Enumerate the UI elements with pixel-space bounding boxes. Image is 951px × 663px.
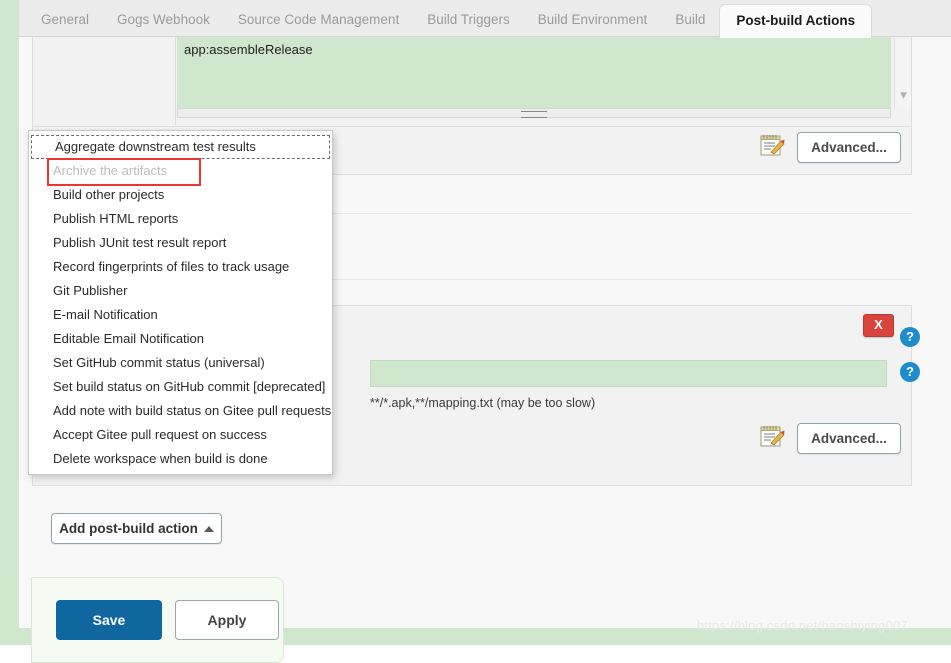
files-hint-text: **/*.apk,**/mapping.txt (may be too slow… xyxy=(370,396,596,410)
chevron-down-icon[interactable]: ▾ xyxy=(897,88,910,101)
tab-source-code-management[interactable]: Source Code Management xyxy=(224,12,413,38)
apply-button[interactable]: Apply xyxy=(175,600,279,640)
add-post-build-action-button[interactable]: Add post-build action xyxy=(51,513,222,544)
help-icon-files[interactable]: ? xyxy=(900,362,920,382)
build-task-label-cell xyxy=(33,37,176,125)
tasks-textarea[interactable]: app:assembleRelease xyxy=(177,37,891,108)
resize-grip-icon xyxy=(521,111,547,118)
add-post-build-action-label: Add post-build action xyxy=(59,521,198,536)
save-apply-bar: Save Apply xyxy=(31,577,284,663)
dropdown-item-record-fingerprints-of-files-to-track-usage[interactable]: Record fingerprints of files to track us… xyxy=(29,255,332,279)
dropdown-item-aggregate-downstream-test-results[interactable]: Aggregate downstream test results xyxy=(31,135,330,159)
advanced-button-build-step[interactable]: Advanced... xyxy=(797,132,901,163)
dropdown-item-delete-workspace-when-build-is-done[interactable]: Delete workspace when build is done xyxy=(29,447,332,471)
tab-build-triggers[interactable]: Build Triggers xyxy=(413,12,524,38)
dropdown-item-archive-the-artifacts: Archive the artifacts xyxy=(29,158,332,186)
tab-post-build-actions[interactable]: Post-build Actions xyxy=(719,3,873,38)
left-green-gutter xyxy=(0,36,19,628)
notepad-pencil-icon[interactable] xyxy=(759,424,785,448)
files-to-archive-input[interactable] xyxy=(370,360,887,387)
dropdown-item-publish-junit-test-result-report[interactable]: Publish JUnit test result report xyxy=(29,231,332,255)
tab-list: General Gogs Webhook Source Code Managemen… xyxy=(19,0,873,38)
dropdown-item-editable-email-notification[interactable]: Editable Email Notification xyxy=(29,327,332,351)
dropdown-item-publish-html-reports[interactable]: Publish HTML reports xyxy=(29,207,332,231)
build-task-row: app:assembleRelease ▾ xyxy=(32,37,912,127)
save-button[interactable]: Save xyxy=(56,600,162,640)
config-tab-bar: General Gogs Webhook Source Code Managemen… xyxy=(19,0,951,38)
notepad-pencil-icon[interactable] xyxy=(759,133,785,157)
dropdown-item-set-build-status-on-github-commit-deprecated[interactable]: Set build status on GitHub commit [depre… xyxy=(29,375,332,399)
dropdown-item-git-publisher[interactable]: Git Publisher xyxy=(29,279,332,303)
dropdown-item-list: Aggregate downstream test results Archive… xyxy=(29,135,332,471)
dropdown-item-add-note-with-build-status-on-gitee-pull-requests[interactable]: Add note with build status on Gitee pull… xyxy=(29,399,332,423)
dropdown-item-build-other-projects[interactable]: Build other projects xyxy=(29,183,332,207)
tab-gogs-webhook[interactable]: Gogs Webhook xyxy=(103,12,224,38)
tab-general[interactable]: General xyxy=(27,12,103,38)
help-icon-archive[interactable]: ? xyxy=(900,327,920,347)
tab-build[interactable]: Build xyxy=(661,12,719,38)
post-build-action-dropdown: Aggregate downstream test results Archive… xyxy=(28,130,333,475)
dropdown-item-e-mail-notification[interactable]: E-mail Notification xyxy=(29,303,332,327)
jenkins-job-config-page: General Gogs Webhook Source Code Managemen… xyxy=(0,0,951,663)
caret-up-icon xyxy=(203,526,214,533)
tasks-textarea-resize-handle[interactable] xyxy=(177,108,891,118)
dropdown-item-accept-gitee-pull-request-on-success[interactable]: Accept Gitee pull request on success xyxy=(29,423,332,447)
dropdown-item-set-github-commit-status-universal[interactable]: Set GitHub commit status (universal) xyxy=(29,351,332,375)
delete-post-build-action-button[interactable]: X xyxy=(863,314,894,337)
tab-build-environment[interactable]: Build Environment xyxy=(524,12,662,38)
left-green-strip-top xyxy=(0,0,19,37)
tasks-textarea-scrollbar[interactable]: ▾ xyxy=(894,37,911,108)
advanced-button-archive[interactable]: Advanced... xyxy=(797,423,901,454)
